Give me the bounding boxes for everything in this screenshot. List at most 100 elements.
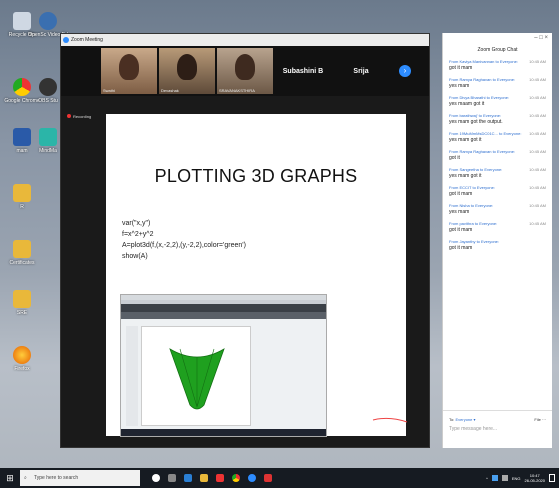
file-explorer-icon[interactable] xyxy=(200,474,208,482)
chat-message: From Kaviya Manivannan to Everyone: 10:45… xyxy=(443,57,552,75)
cortana-icon[interactable] xyxy=(152,474,160,482)
desktop-icon-sre[interactable]: SRE xyxy=(2,290,42,316)
desktop-icon-label: R xyxy=(20,204,24,210)
zoom-group-chat-panel: – □ × Zoom Group Chat From Kaviya Maniva… xyxy=(442,33,552,448)
folder-icon xyxy=(13,184,31,202)
chat-message: From 19MuMmMsDC01C... to Everyone: 10:45 … xyxy=(443,129,552,147)
message-time: 10:45 AM xyxy=(529,203,546,208)
zoom-title-bar: Zoom Meeting xyxy=(61,34,429,46)
participant-avatar xyxy=(235,54,255,80)
tray-chevron-icon[interactable]: ^ xyxy=(486,476,488,481)
message-time: 10:45 AM xyxy=(529,185,546,190)
folder-icon xyxy=(13,290,31,308)
message-text: got it mam xyxy=(449,245,473,251)
message-time: 10:45 AM xyxy=(529,77,546,82)
chat-message: From Ramya Raghavan to Everyone: 10:45 AM… xyxy=(443,147,552,165)
clock-date: 26-05-2020 xyxy=(524,478,545,483)
message-text: yes mam got the output. xyxy=(449,119,503,125)
obs-icon xyxy=(39,78,57,96)
chat-message: From barathwaj' to Everyone: 10:45 AM yes … xyxy=(443,111,552,129)
message-text: got it mam xyxy=(449,227,473,233)
windows-taskbar: ⊞ ⌕ Type here to search ^ ENG 10:47 26-0… xyxy=(0,468,559,488)
message-time: 10:45 AM xyxy=(529,149,546,154)
chat-message: From Divya Bharathi to Everyone: 10:45 AM… xyxy=(443,93,552,111)
zoom-taskbar-icon[interactable] xyxy=(248,474,256,482)
chat-message-list[interactable]: From Kaviya Manivannan to Everyone: 10:45… xyxy=(443,57,552,255)
message-text: yes mam got it xyxy=(449,173,482,179)
code-line: A=plot3d(f,(x,-2,2),(y,-2,2),color='gree… xyxy=(122,242,246,249)
folder-icon xyxy=(13,240,31,258)
participant-gallery: Swathi Devashak SRAVANAKSTHIRA Subashini… xyxy=(61,46,429,96)
chat-header: – □ × Zoom Group Chat xyxy=(443,33,552,57)
app-icon[interactable] xyxy=(216,474,224,482)
participant-name: Devashak xyxy=(161,88,179,93)
chrome-icon[interactable] xyxy=(232,474,240,482)
openshot-icon xyxy=(39,12,57,30)
clock[interactable]: 10:47 26-05-2020 xyxy=(525,473,545,483)
embedded-screenshot xyxy=(120,294,327,437)
message-time: 10:45 AM xyxy=(529,95,546,100)
language-indicator[interactable]: ENG xyxy=(512,476,521,481)
message-text: yes maam got it xyxy=(449,101,485,107)
desktop-icon-label: Firefox xyxy=(14,366,30,372)
chat-message: From Jayanthy to Everyone: got it mam xyxy=(443,237,552,255)
chat-title: Zoom Group Chat xyxy=(477,47,518,53)
chat-message: From Nisha to Everyone: 10:45 AM yes mam xyxy=(443,201,552,219)
desktop-icon-r[interactable]: R xyxy=(2,184,42,210)
message-text: yes mam got it xyxy=(449,137,482,143)
more-options-icon[interactable]: ··· xyxy=(542,417,546,422)
next-page-arrow-icon[interactable]: › xyxy=(399,65,411,77)
window-controls[interactable]: – □ × xyxy=(534,35,548,41)
file-button[interactable]: File xyxy=(534,417,540,422)
zoom-icon xyxy=(63,37,69,43)
participant-name: Swathi xyxy=(103,88,116,93)
system-tray: ^ ENG 10:47 26-05-2020 xyxy=(486,468,559,488)
chat-message: From ECCIT to Everyone: 10:45 AM got it ma… xyxy=(443,183,552,201)
zoom-window-title: Zoom Meeting xyxy=(71,37,103,43)
message-time: 10:45 AM xyxy=(529,167,546,172)
firefox-icon xyxy=(13,346,31,364)
desktop-icon-certificates[interactable]: Certificates xyxy=(2,240,42,266)
message-time: 10:45 AM xyxy=(529,131,546,136)
message-text: got it mam xyxy=(449,65,473,71)
to-label: To: xyxy=(449,417,455,422)
participant-tile[interactable]: Devashak xyxy=(159,48,215,94)
participant-tile[interactable]: SRAVANAKSTHIRA xyxy=(217,48,273,94)
message-time: 10:45 AM xyxy=(529,221,546,226)
notification-icon[interactable] xyxy=(549,474,555,482)
mindmaple-icon xyxy=(39,128,57,146)
participant-name-tile[interactable]: Srija xyxy=(333,48,389,94)
message-text: got it mam xyxy=(449,191,473,197)
slide-title: PLOTTING 3D GRAPHS xyxy=(154,166,358,186)
taskbar-search-box[interactable]: ⌕ Type here to search xyxy=(20,470,140,486)
message-time: 10:45 AM xyxy=(529,113,546,118)
recording-indicator: Recording xyxy=(67,114,91,119)
message-text: got it xyxy=(449,155,460,161)
task-view-icon[interactable] xyxy=(168,474,176,482)
chat-message: From pavithra to Everyone: 10:45 AM got it… xyxy=(443,219,552,237)
chat-message: From Ramya Raghavan to Everyone: 10:45 AM… xyxy=(443,75,552,93)
desktop-icon-label: SRE xyxy=(16,310,28,316)
desktop-icon-label: Certificates xyxy=(9,260,35,266)
code-line: var("x,y") xyxy=(122,220,151,227)
recipient-dropdown[interactable]: Everyone ▾ xyxy=(455,417,475,422)
message-text: yes mam xyxy=(449,209,470,215)
chat-message: From Sangeetha to Everyone: 10:45 AM yes m… xyxy=(443,165,552,183)
message-time: 10:45 AM xyxy=(529,59,546,64)
3d-plot-view xyxy=(141,326,251,426)
app-icon[interactable] xyxy=(264,474,272,482)
desktop-icon-firefox[interactable]: Firefox xyxy=(2,346,42,372)
windows-start-icon[interactable]: ⊞ xyxy=(0,473,20,484)
chat-message-input[interactable]: Type message here... xyxy=(449,426,546,432)
search-placeholder: Type here to search xyxy=(34,475,79,481)
participant-name-tile[interactable]: Subashini B xyxy=(275,48,331,94)
code-line: show(A) xyxy=(122,253,148,260)
volume-icon[interactable] xyxy=(501,475,508,481)
edge-icon[interactable] xyxy=(184,474,192,482)
shared-screen-slide: PLOTTING 3D GRAPHS var("x,y") f=x^2+y^2 … xyxy=(106,114,408,437)
chat-compose: To: Everyone ▾ File ··· Type message her… xyxy=(443,410,552,448)
paraboloid-plot-icon xyxy=(169,348,225,410)
participant-tile[interactable]: Swathi xyxy=(101,48,157,94)
network-icon[interactable] xyxy=(491,475,498,481)
code-line: f=x^2+y^2 xyxy=(122,231,154,238)
